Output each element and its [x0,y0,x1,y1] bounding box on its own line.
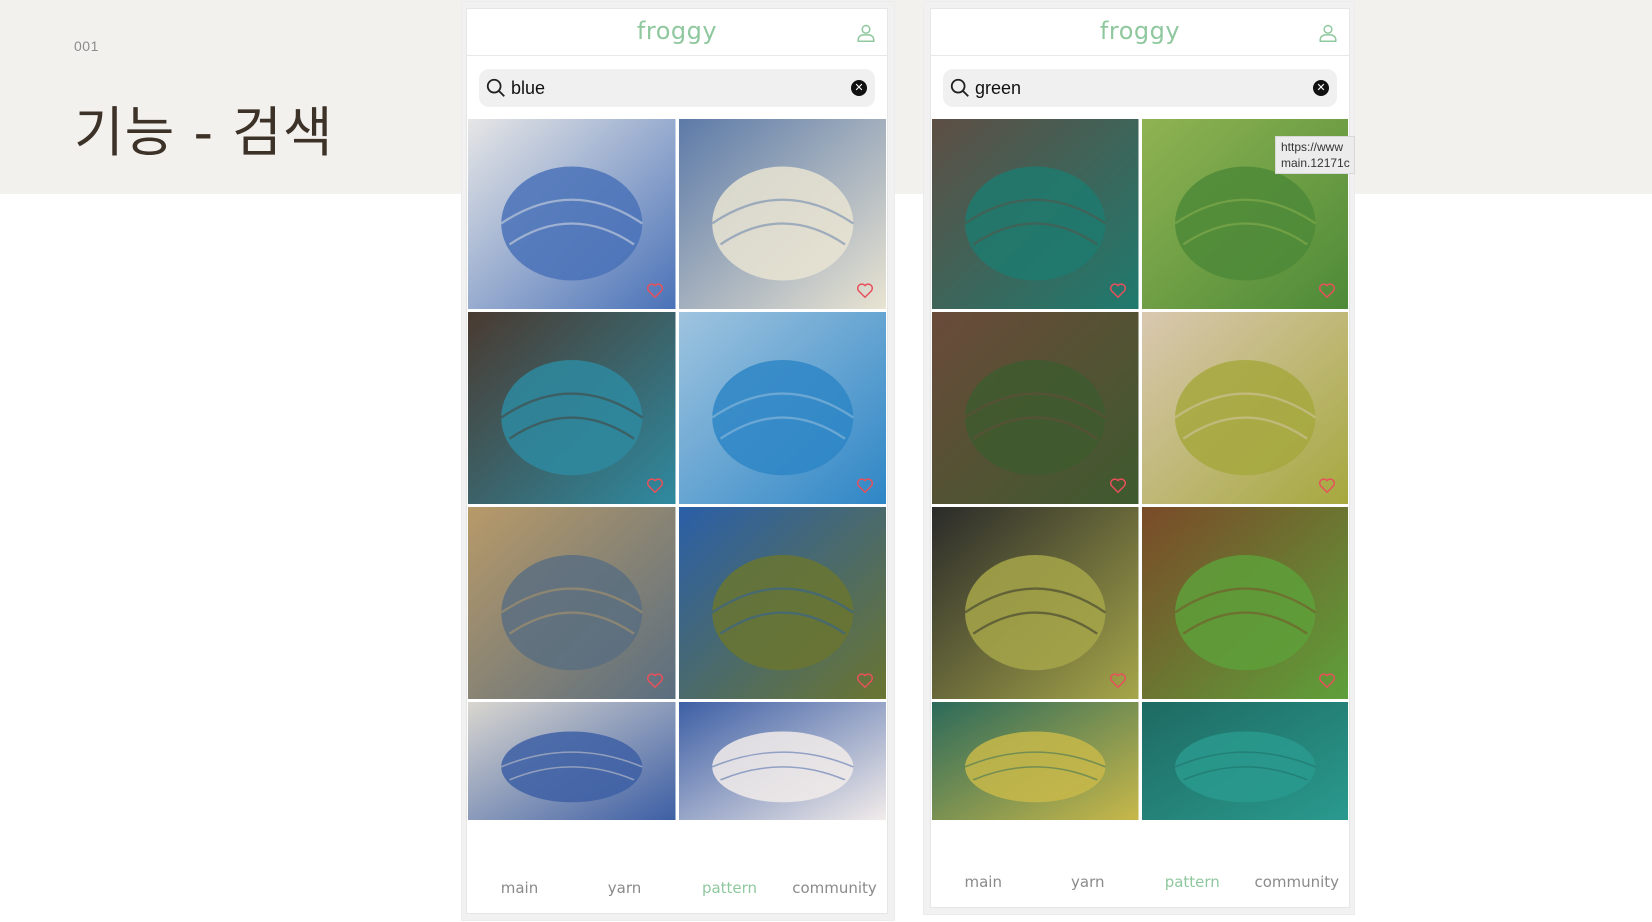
pattern-item-green-cable-mitten[interactable] [1141,507,1348,699]
pattern-item-blue-grey-shawl[interactable] [468,507,676,699]
heart-icon[interactable] [1318,282,1336,299]
search-icon [950,78,969,97]
nav-main[interactable]: main [467,863,572,913]
froggy-logo[interactable]: froggy [467,17,887,45]
pattern-item-blue-tit-bird[interactable] [678,507,886,699]
pattern-thumbnail [932,119,1139,309]
pattern-item-blue-wave-armwarmer[interactable] [678,312,886,504]
heart-icon[interactable] [1318,672,1336,689]
heart-icon[interactable] [646,282,664,299]
pattern-item-baby-green-cardigan[interactable] [1141,312,1348,504]
pattern-item-green-yellow-blanket[interactable] [932,702,1139,820]
pattern-item-green-fingerless-mitts[interactable] [932,119,1139,309]
pattern-thumbnail [1141,507,1348,699]
pattern-item-teal-lace-headband[interactable] [468,312,676,504]
nav-yarn[interactable]: yarn [572,863,677,913]
pattern-thumbnail [1141,312,1348,504]
bottom-nav: main yarn pattern community [931,857,1349,907]
nav-main[interactable]: main [931,857,1036,907]
pattern-thumbnail [678,119,886,309]
nav-community[interactable]: community [1245,857,1350,907]
pattern-thumbnail [678,507,886,699]
heart-icon[interactable] [1109,282,1127,299]
heart-icon[interactable] [856,477,874,494]
tooltip-line: https://www [1281,140,1344,154]
slide-number: 001 [74,38,99,54]
pattern-thumbnail [932,507,1139,699]
search-bar: ✕ [943,69,1337,107]
user-profile-icon[interactable] [1317,22,1339,44]
pattern-item-dark-green-arm-warmers[interactable] [932,312,1139,504]
search-icon [486,78,505,97]
nav-pattern[interactable]: pattern [677,863,782,913]
left-phone-screen: froggy ✕ main yarn pattern community [466,8,888,914]
nav-pattern[interactable]: pattern [1140,857,1245,907]
tooltip-line: main.12171c [1281,156,1350,170]
user-profile-icon[interactable] [855,22,877,44]
pattern-item-knit-striped-booties[interactable] [678,119,886,309]
heart-icon[interactable] [856,282,874,299]
pattern-thumbnail [932,312,1139,504]
nav-community[interactable]: community [782,863,887,913]
heart-icon[interactable] [646,672,664,689]
pattern-item-knit-blue-bird[interactable] [468,119,676,309]
pattern-item-totoro-pair[interactable] [678,702,886,820]
pattern-grid [932,119,1348,820]
pattern-thumbnail [468,312,676,504]
pattern-grid [468,119,886,820]
pattern-item-teal-lace-shawl[interactable] [1141,702,1348,820]
pattern-thumbnail [932,702,1139,820]
search-input[interactable] [511,75,811,101]
pattern-thumbnail [678,312,886,504]
pattern-thumbnail [468,507,676,699]
froggy-logo[interactable]: froggy [931,17,1349,45]
heart-icon[interactable] [1109,672,1127,689]
app-header: froggy [931,9,1349,56]
heart-icon[interactable] [1109,477,1127,494]
pattern-thumbnail [468,702,676,820]
heart-icon[interactable] [1318,477,1336,494]
pattern-thumbnail [678,702,886,820]
clear-search-icon[interactable]: ✕ [1313,80,1329,96]
pattern-item-olive-green-hat[interactable] [932,507,1139,699]
heart-icon[interactable] [856,672,874,689]
search-bar: ✕ [479,69,875,107]
url-tooltip: https://www main.12171c [1275,136,1355,174]
search-input[interactable] [975,75,1275,101]
nav-yarn[interactable]: yarn [1036,857,1141,907]
clear-search-icon[interactable]: ✕ [851,80,867,96]
bottom-nav: main yarn pattern community [467,863,887,913]
pattern-thumbnail [468,119,676,309]
slide-title: 기능 - 검색 [74,101,334,164]
heart-icon[interactable] [646,477,664,494]
pattern-thumbnail [1141,702,1348,820]
pattern-item-blue-totoro[interactable] [468,702,676,820]
app-header: froggy [467,9,887,56]
